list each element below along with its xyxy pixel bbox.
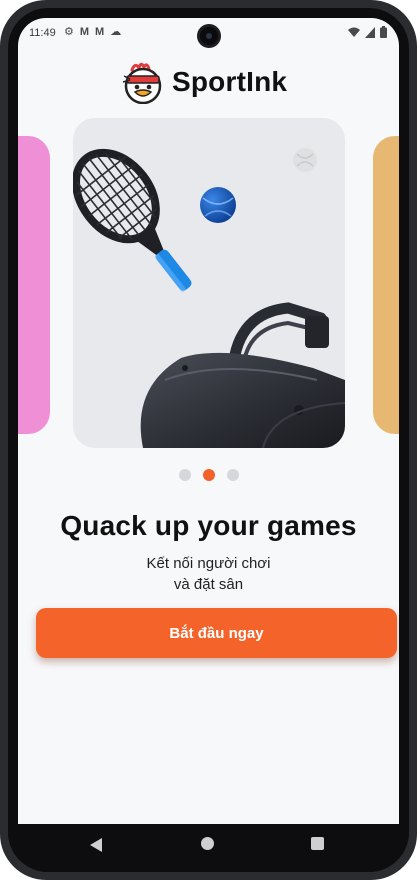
carousel-card-previous[interactable] [18,136,50,434]
device-frame: 11:49 ⚙ M M ☁ SportInk Quack up your gam… [0,0,417,880]
battery-icon [380,26,387,38]
subtitle-line-1: Kết nối người chơi [146,555,271,572]
app-screen: 11:49 ⚙ M M ☁ SportInk Quack up your gam… [18,18,399,824]
system-icons [348,26,387,38]
brand-name: SportInk [172,66,288,97]
brand-header: SportInk [122,58,287,106]
onboarding-subtitle: Kết nối người chơi và đặt sân [18,553,399,595]
status-time: 11:49 [29,27,56,39]
sports-illustration [73,148,345,448]
back-icon[interactable] [90,838,102,852]
subtitle-line-2: và đặt sân [173,576,244,593]
duck-mascot-icon [122,62,162,104]
get-started-button[interactable]: Bắt đầu ngay [36,608,397,658]
gear-icon: ⚙ [64,26,74,38]
cloud-icon: ☁ [110,26,122,38]
wifi-icon [348,27,360,37]
notification-icons: ⚙ M M ☁ [64,26,121,38]
pagination-dot[interactable] [226,469,239,481]
gmail-icon: M [79,26,90,38]
device-bezel: 11:49 ⚙ M M ☁ SportInk Quack up your gam… [8,8,409,872]
carousel-pagination [18,469,399,481]
carousel-card-next[interactable] [373,136,399,434]
front-camera [197,24,221,48]
pagination-dot-active[interactable] [202,469,215,481]
home-icon[interactable] [201,837,214,850]
recents-icon[interactable] [311,837,324,850]
onboarding-carousel[interactable] [18,118,399,458]
status-bar: 11:49 ⚙ M M ☁ [18,18,399,48]
onboarding-headline: Quack up your games [60,510,357,541]
signal-icon [365,26,375,38]
pagination-dot[interactable] [178,469,191,481]
carousel-card-current[interactable] [73,118,345,448]
gmail-icon: M [95,26,105,38]
system-navigation-bar [8,824,409,872]
